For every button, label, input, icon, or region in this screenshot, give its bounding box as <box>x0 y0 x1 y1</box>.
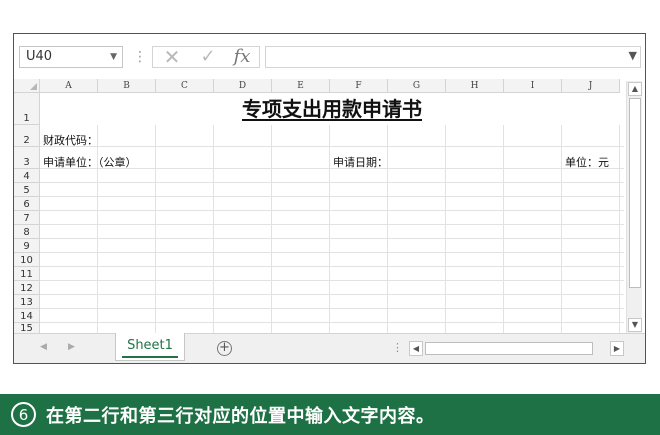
row-gridline <box>40 322 624 323</box>
row-gridline <box>40 280 624 281</box>
column-header[interactable]: G <box>388 79 446 93</box>
caption-text: 在第二行和第三行对应的位置中输入文字内容。 <box>46 405 435 427</box>
sheet-title: 专项支出用款申请书 <box>242 97 422 121</box>
column-gridline <box>445 125 446 335</box>
cell-j3-unit[interactable]: 单位：元 <box>565 154 609 170</box>
column-gridline <box>271 125 272 335</box>
name-box-value: U40 <box>26 49 53 64</box>
row-header[interactable]: 13 <box>14 295 40 309</box>
formula-input[interactable]: ▼ <box>265 46 641 68</box>
formula-buttons: ✕ ✓ fx <box>152 46 260 68</box>
row-header[interactable]: 4 <box>14 169 40 183</box>
row-header[interactable]: 6 <box>14 197 40 211</box>
formula-bar: U40 ▼ ⋮ ✕ ✓ fx ▼ <box>14 34 645 79</box>
scroll-down-icon[interactable]: ▼ <box>628 318 642 332</box>
column-header[interactable]: C <box>156 79 214 93</box>
row-gridline <box>40 224 624 225</box>
horizontal-scrollbar[interactable]: ◀ ▶ <box>409 341 624 356</box>
column-header[interactable]: B <box>98 79 156 93</box>
chevron-down-icon[interactable]: ▼ <box>110 47 117 67</box>
column-header[interactable]: F <box>330 79 388 93</box>
row-header[interactable]: 9 <box>14 239 40 253</box>
row-header[interactable]: 10 <box>14 253 40 267</box>
column-header[interactable]: I <box>504 79 562 93</box>
sheet-tab-active[interactable]: Sheet1 <box>115 333 185 361</box>
add-sheet-icon[interactable]: + <box>217 341 232 356</box>
excel-window: U40 ▼ ⋮ ✕ ✓ fx ▼ A B C D E F G H I J 1 2 3 4 5 6 7 8 9 10 11… <box>13 33 646 364</box>
cancel-icon[interactable]: ✕ <box>157 47 187 67</box>
scroll-left-icon[interactable]: ◀ <box>409 341 423 356</box>
column-gridline <box>155 125 156 335</box>
column-header[interactable]: H <box>446 79 504 93</box>
row-gridline <box>40 238 624 239</box>
tab-split-grip-icon[interactable]: ⋮ <box>392 341 403 354</box>
column-header[interactable]: D <box>214 79 272 93</box>
column-header[interactable]: A <box>40 79 98 93</box>
horizontal-scroll-thumb[interactable] <box>425 342 593 355</box>
row-gridline <box>40 294 624 295</box>
scroll-up-icon[interactable]: ▲ <box>628 82 642 96</box>
step-number-badge: 6 <box>11 402 36 427</box>
insert-function-icon[interactable]: fx <box>227 47 257 67</box>
row-gridline <box>40 266 624 267</box>
column-gridline <box>561 125 562 335</box>
row-header[interactable]: 8 <box>14 225 40 239</box>
select-all-corner[interactable] <box>14 79 40 93</box>
previous-sheet-icon[interactable]: ◀ <box>40 342 47 352</box>
cell-a2-finance-code[interactable]: 财政代码： <box>43 132 98 148</box>
row-header[interactable]: 12 <box>14 281 40 295</box>
vertical-scroll-thumb[interactable] <box>629 98 641 288</box>
row-header[interactable]: 11 <box>14 267 40 281</box>
merged-title-cell[interactable]: 专项支出用款申请书 <box>40 93 624 125</box>
scroll-right-icon[interactable]: ▶ <box>610 341 624 356</box>
worksheet-grid[interactable]: A B C D E F G H I J 1 2 3 4 5 6 7 8 9 10 11 12 13 14 15 专项支出用款申请书… <box>14 79 624 335</box>
row-header[interactable]: 1 <box>14 93 40 125</box>
column-gridline <box>213 125 214 335</box>
row-gridline <box>40 252 624 253</box>
check-icon[interactable]: ✓ <box>193 47 223 67</box>
row-header[interactable]: 3 <box>14 147 40 169</box>
column-header[interactable]: J <box>562 79 620 93</box>
column-gridline <box>503 125 504 335</box>
row-gridline <box>40 182 624 183</box>
formula-bar-grip-icon: ⋮ <box>133 49 147 65</box>
expand-formula-bar-icon[interactable]: ▼ <box>629 49 637 62</box>
column-header[interactable]: E <box>272 79 330 93</box>
next-sheet-icon[interactable]: ▶ <box>68 342 75 352</box>
row-gridline <box>40 210 624 211</box>
row-gridline <box>40 308 624 309</box>
row-header[interactable]: 14 <box>14 309 40 323</box>
cell-a3-applicant-unit[interactable]: 申请单位：（公章） <box>43 154 137 170</box>
vertical-scrollbar[interactable]: ▲ ▼ <box>626 81 642 333</box>
name-box[interactable]: U40 ▼ <box>19 46 123 68</box>
row-header[interactable]: 2 <box>14 125 40 147</box>
row-header[interactable]: 5 <box>14 183 40 197</box>
instruction-caption: 6 在第二行和第三行对应的位置中输入文字内容。 <box>0 394 660 435</box>
column-gridline <box>619 125 620 335</box>
row-gridline <box>40 196 624 197</box>
column-gridline <box>329 125 330 335</box>
cell-f3-apply-date[interactable]: 申请日期： <box>333 154 388 170</box>
row-header[interactable]: 7 <box>14 211 40 225</box>
row-gridline <box>40 146 624 147</box>
sheet-tabs-bar: ◀ ▶ Sheet1 + ⋮ ◀ ▶ <box>14 333 645 363</box>
